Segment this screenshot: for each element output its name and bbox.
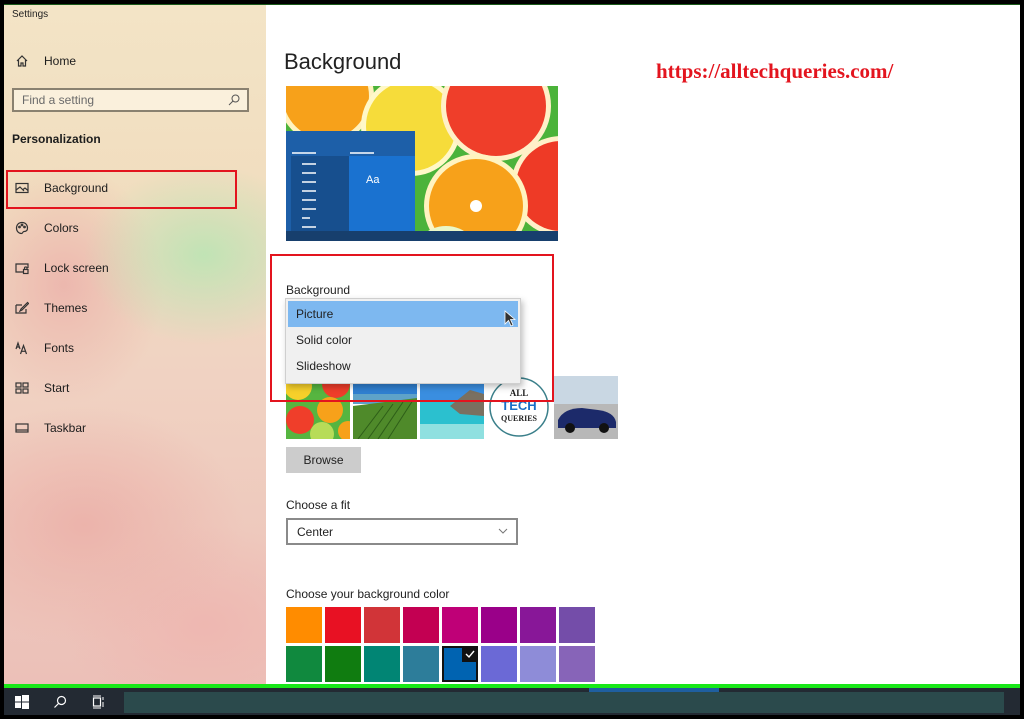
task-view-button[interactable] [84,688,114,715]
task-view-icon [92,695,104,708]
color-swatch[interactable] [559,646,595,682]
sidebar-item-label: Themes [44,301,88,315]
thumbnail-citrus[interactable] [286,376,350,439]
search-icon [54,695,67,708]
citrus-wallpaper-image [286,86,558,241]
thumbnail-beach[interactable] [420,376,484,439]
dropdown-option-solid-color[interactable]: Solid color [286,327,520,353]
color-swatch[interactable] [442,646,478,682]
checkmark-icon [462,646,478,662]
window-title: Settings [12,9,49,20]
sidebar-item-themes[interactable]: Themes [12,296,237,320]
sidebar-item-label: Fonts [44,341,75,355]
thumbnail-vineyard[interactable] [353,376,417,439]
color-swatch[interactable] [286,607,322,643]
color-swatch[interactable] [520,607,556,643]
picture-icon [14,180,30,196]
color-swatch[interactable] [481,646,517,682]
color-swatch[interactable] [364,607,400,643]
section-title: Personalization [12,132,101,146]
taskbar-search-button[interactable] [45,688,75,715]
sidebar-item-lock-screen[interactable]: Lock screen [12,256,237,280]
search-icon [228,94,240,106]
background-type-dropdown[interactable]: Picture Solid color Slideshow [285,298,521,384]
browse-button[interactable]: Browse [286,447,361,473]
thumbnail-sports-car[interactable] [554,376,618,439]
color-swatch[interactable] [481,607,517,643]
thumbnail-alltechqueries-logo[interactable]: ALL TECH QUERIES [487,376,551,439]
home-icon [14,53,30,69]
color-swatch[interactable] [403,607,439,643]
settings-window: Settings Home Personalization Background… [4,4,1020,685]
sidebar: Settings Home Personalization Background… [4,5,266,685]
dropdown-option-picture[interactable]: Picture [288,301,518,327]
fit-select-value: Center [297,524,334,539]
color-swatch[interactable] [325,607,361,643]
color-swatch[interactable] [559,607,595,643]
sidebar-item-label: Lock screen [44,261,109,275]
find-setting-search[interactable] [12,88,249,112]
themes-brush-icon [14,300,30,316]
lock-screen-icon [14,260,30,276]
color-swatch[interactable] [520,646,556,682]
dropdown-option-slideshow[interactable]: Slideshow [286,353,520,379]
sidebar-item-start[interactable]: Start [12,376,237,400]
desktop-preview: Aa [286,86,558,241]
color-swatch[interactable] [325,646,361,682]
palette-icon [14,220,30,236]
logo-text-tech: TECH [501,398,537,413]
sidebar-item-background[interactable]: Background [12,176,237,200]
color-swatch[interactable] [364,646,400,682]
taskbar-active-indicator [589,688,719,692]
sidebar-item-label: Home [44,54,77,68]
sidebar-item-home[interactable]: Home [12,49,237,73]
taskbar-apps-area [124,692,1004,713]
taskbar [4,688,1020,715]
fit-select[interactable]: Center [286,518,518,545]
color-swatch[interactable] [403,646,439,682]
color-swatch[interactable] [442,607,478,643]
sidebar-item-label: Colors [44,221,79,235]
windows-logo-icon [15,694,29,709]
sidebar-item-colors[interactable]: Colors [12,216,237,240]
color-swatch-grid [286,607,595,682]
recent-images: ALL TECH QUERIES [286,376,618,439]
color-swatch[interactable] [286,646,322,682]
fit-label: Choose a fit [286,498,351,512]
start-button[interactable] [7,688,37,715]
sidebar-item-taskbar[interactable]: Taskbar [12,416,237,440]
sidebar-item-label: Background [44,181,109,195]
chevron-down-icon [498,528,508,534]
logo-text-all: ALL [509,388,529,398]
mouse-cursor-icon [504,310,516,327]
background-label: Background [286,283,351,297]
watermark-url: https://alltechqueries.com/ [656,59,894,83]
search-input[interactable] [14,90,222,110]
sidebar-item-fonts[interactable]: Fonts [12,336,237,360]
start-tiles-icon [14,380,30,396]
fonts-icon [14,340,30,356]
sidebar-item-label: Start [44,381,70,395]
main-content: Background https://alltechqueries.com/ A… [266,5,1020,685]
preview-sample-text: Aa [366,174,380,186]
logo-text-queries: QUERIES [500,414,537,423]
background-color-label: Choose your background color [286,587,450,601]
page-title: Background [284,49,402,74]
taskbar-icon [14,420,30,436]
sidebar-item-label: Taskbar [44,421,87,435]
